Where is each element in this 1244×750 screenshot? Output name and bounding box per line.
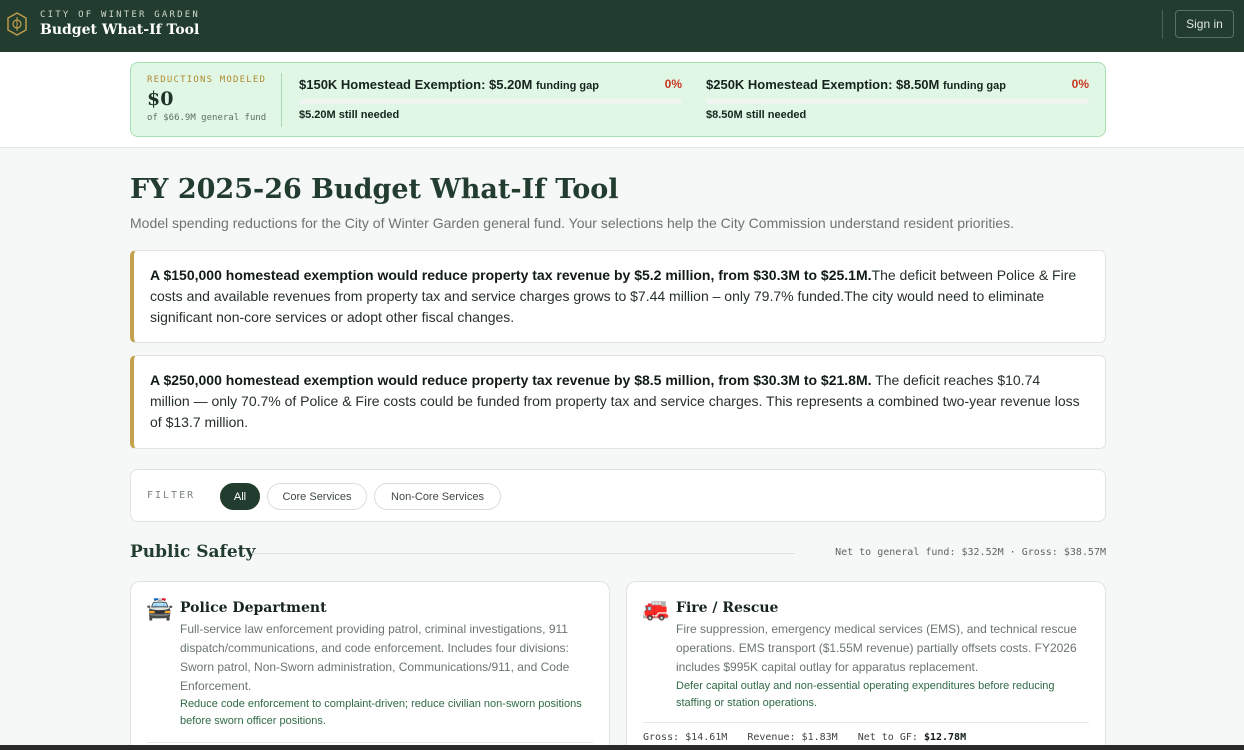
funding-gap-remaining: $5.20M still needed <box>299 109 400 121</box>
card-divider <box>147 742 593 743</box>
funding-summary-panel: REDUCTIONS MODELED $0 of $66.9M general … <box>130 62 1106 137</box>
filter-chip-core-services[interactable]: Core Services <box>267 483 367 510</box>
reductions-modeled-label: REDUCTIONS MODELED <box>147 75 267 85</box>
department-card-police[interactable]: 🚔 Police Department Full-service law enf… <box>130 581 610 750</box>
summary-divider <box>281 73 282 127</box>
filter-chip-all[interactable]: All <box>220 483 260 510</box>
gross-value: $14.61M <box>685 732 728 743</box>
funding-gap-percent: 0% <box>664 77 682 91</box>
department-name: Fire / Rescue <box>676 600 779 616</box>
section-totals: Net to general fund: $32.52M · Gross: $3… <box>835 547 1106 558</box>
department-financials: Gross: $14.61M Revenue: $1.83M Net to GF… <box>643 732 967 743</box>
card-divider <box>643 722 1089 723</box>
department-guidance: Reduce code enforcement to complaint-dri… <box>180 698 582 727</box>
department-card-fire-rescue[interactable]: 🚒 Fire / Rescue Fire suppression, emerge… <box>626 581 1106 750</box>
general-fund-total: of $66.9M general fund <box>147 113 267 123</box>
funding-gap-remaining: $8.50M still needed <box>706 109 807 121</box>
funding-gap-title: $250K Homestead Exemption: $8.50M fundin… <box>706 77 1006 92</box>
department-description: Full-service law enforcement providing p… <box>180 622 570 693</box>
funding-gap-150k: $150K Homestead Exemption: $5.20M fundin… <box>299 77 682 127</box>
section-divider <box>252 553 795 554</box>
section-title-public-safety: Public Safety <box>130 542 256 562</box>
reductions-modeled-value: $0 <box>147 88 174 110</box>
funding-gap-progress-bar <box>299 99 682 104</box>
department-name: Police Department <box>180 600 327 616</box>
funding-gap-progress-bar <box>706 99 1089 104</box>
callout-150k-exemption: A $150,000 homestead exemption would red… <box>130 250 1106 343</box>
funding-gap-250k: $250K Homestead Exemption: $8.50M fundin… <box>706 77 1089 127</box>
header-divider <box>1162 10 1163 39</box>
brand-app-title: Budget What-If Tool <box>40 22 200 38</box>
police-car-icon: 🚔 <box>146 596 174 621</box>
filter-label: FILTER <box>147 490 196 501</box>
fire-engine-icon: 🚒 <box>642 596 670 621</box>
callout-250k-exemption: A $250,000 homestead exemption would red… <box>130 355 1106 449</box>
top-nav-bar: CITY OF WINTER GARDEN Budget What-If Too… <box>0 0 1244 52</box>
window-bottom-edge <box>0 745 1244 750</box>
summary-strip: REDUCTIONS MODELED $0 of $66.9M general … <box>0 52 1244 148</box>
net-to-gf-value: $12.78M <box>923 732 967 743</box>
funding-gap-title: $150K Homestead Exemption: $5.20M fundin… <box>299 77 599 92</box>
brand-city-name: CITY OF WINTER GARDEN <box>40 10 200 20</box>
department-description: Fire suppression, emergency medical serv… <box>676 622 1077 674</box>
filter-chip-non-core-services[interactable]: Non-Core Services <box>374 483 501 510</box>
funding-gap-percent: 0% <box>1071 77 1089 91</box>
page-title: FY 2025-26 Budget What-If Tool <box>130 174 619 205</box>
filter-bar: FILTER All Core Services Non-Core Servic… <box>130 469 1106 522</box>
page-subtitle: Model spending reductions for the City o… <box>130 215 1015 231</box>
sign-in-button[interactable]: Sign in <box>1175 10 1234 38</box>
department-guidance: Defer capital outlay and non-essential o… <box>676 680 1055 709</box>
city-seal-icon <box>7 12 27 36</box>
revenue-value: $1.83M <box>801 732 838 743</box>
